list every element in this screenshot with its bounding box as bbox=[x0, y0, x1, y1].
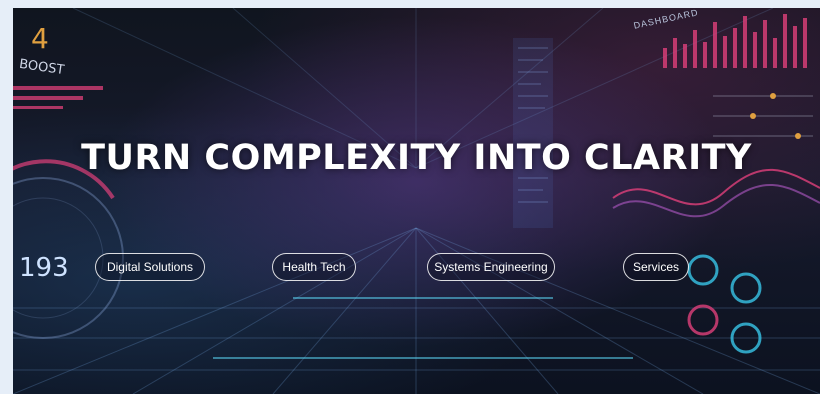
hud-background-graphic bbox=[13, 8, 820, 394]
nav-pill-systems-engineering[interactable]: Systems Engineering bbox=[427, 253, 555, 281]
speed-readout: 193 bbox=[19, 253, 69, 283]
nav-pill-services[interactable]: Services bbox=[623, 253, 689, 281]
nav-pill-digital-solutions[interactable]: Digital Solutions bbox=[95, 253, 205, 281]
boost-value: 4 bbox=[31, 22, 49, 55]
hero-banner: 4 BOOST 193 DASHBOARD TURN COMPLEXITY IN… bbox=[13, 8, 820, 394]
hero-headline: TURN COMPLEXITY INTO CLARITY bbox=[81, 138, 752, 178]
nav-pill-health-tech[interactable]: Health Tech bbox=[272, 253, 356, 281]
